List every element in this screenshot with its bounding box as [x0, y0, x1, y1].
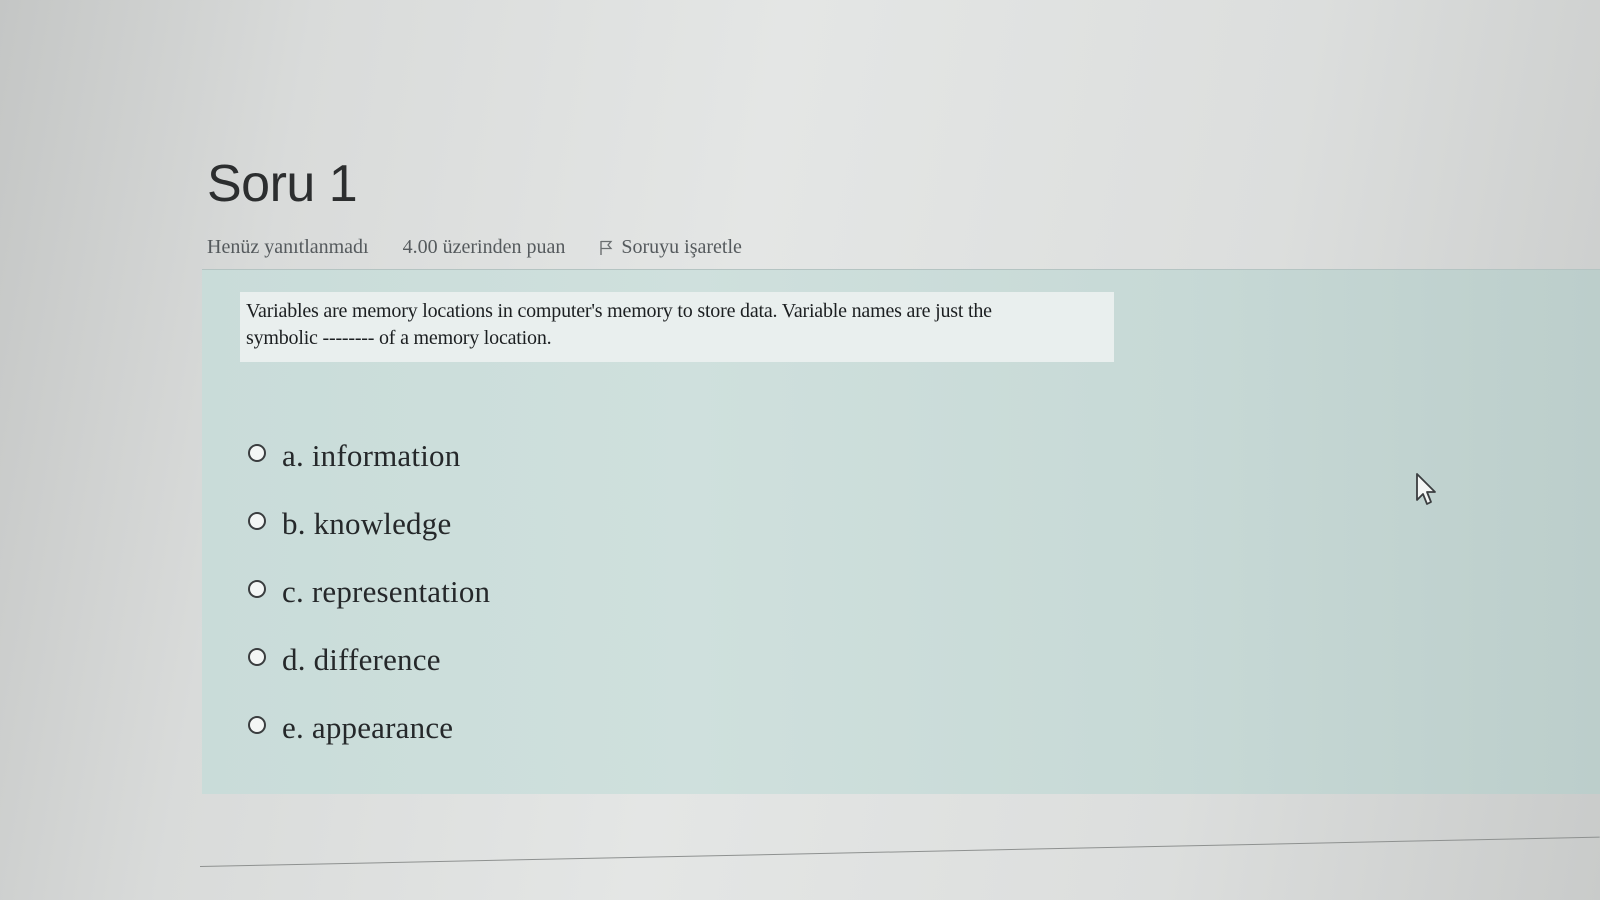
answer-label[interactable]: d. difference [282, 642, 441, 678]
flag-icon [600, 240, 613, 255]
answer-options: a. information b. knowledge c. represent… [248, 422, 490, 762]
answer-label[interactable]: e. appearance [282, 710, 453, 746]
answer-option-e[interactable]: e. appearance [248, 694, 490, 762]
answer-option-b[interactable]: b. knowledge [248, 490, 490, 558]
mouse-pointer-icon [1416, 473, 1436, 505]
question-content-box: Variables are memory locations in comput… [202, 269, 1600, 794]
radio-button[interactable] [248, 512, 266, 530]
question-title: Soru 1 [207, 155, 358, 213]
flag-question-link[interactable]: Soruyu işaretle [599, 236, 742, 259]
answer-label[interactable]: b. knowledge [282, 506, 451, 542]
radio-button[interactable] [248, 580, 266, 598]
answer-label[interactable]: c. representation [282, 574, 490, 610]
quiz-page: Soru 1 Henüz yanıtlanmadı 4.00 üzerinden… [0, 0, 1600, 900]
radio-button[interactable] [248, 648, 266, 666]
question-text: Variables are memory locations in comput… [240, 292, 1114, 362]
section-divider [199, 836, 1600, 867]
question-text-line: Variables are memory locations in comput… [246, 300, 992, 322]
question-status: Henüz yanıtlanmadı [207, 236, 369, 258]
answer-label[interactable]: a. information [282, 438, 460, 474]
answer-option-c[interactable]: c. representation [248, 558, 490, 626]
radio-button[interactable] [248, 716, 266, 734]
question-info: Henüz yanıtlanmadı 4.00 üzerinden puan S… [207, 236, 742, 259]
answer-option-a[interactable]: a. information [248, 422, 490, 490]
flag-question-label: Soruyu işaretle [621, 236, 742, 258]
question-text-line: symbolic -------- of a memory location. [246, 327, 552, 349]
question-grade: 4.00 üzerinden puan [402, 236, 566, 258]
radio-button[interactable] [248, 444, 266, 462]
answer-option-d[interactable]: d. difference [248, 626, 490, 694]
